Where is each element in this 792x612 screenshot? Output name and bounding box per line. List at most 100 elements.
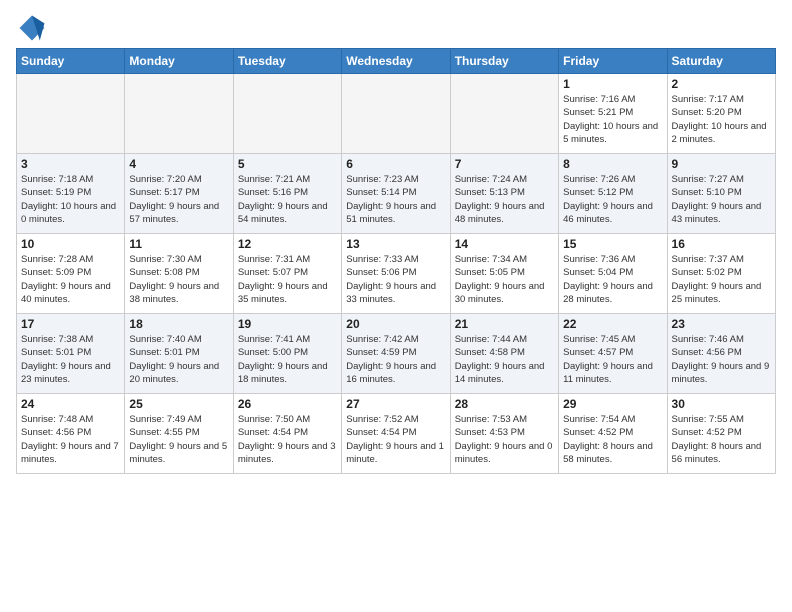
day-info: Sunrise: 7:55 AM Sunset: 4:52 PM Dayligh… (672, 413, 771, 466)
day-info: Sunrise: 7:44 AM Sunset: 4:58 PM Dayligh… (455, 333, 554, 386)
day-info: Sunrise: 7:33 AM Sunset: 5:06 PM Dayligh… (346, 253, 445, 306)
day-cell: 5 Sunrise: 7:21 AM Sunset: 5:16 PM Daylig… (233, 154, 341, 234)
day-cell: 17 Sunrise: 7:38 AM Sunset: 5:01 PM Dayli… (17, 314, 125, 394)
day-info: Sunrise: 7:20 AM Sunset: 5:17 PM Dayligh… (129, 173, 228, 226)
day-cell: 12 Sunrise: 7:31 AM Sunset: 5:07 PM Dayli… (233, 234, 341, 314)
day-cell: 24 Sunrise: 7:48 AM Sunset: 4:56 PM Dayli… (17, 394, 125, 474)
day-number: 8 (563, 157, 662, 171)
day-number: 13 (346, 237, 445, 251)
weekday-friday: Friday (559, 49, 667, 74)
day-cell: 29 Sunrise: 7:54 AM Sunset: 4:52 PM Dayli… (559, 394, 667, 474)
day-number: 3 (21, 157, 120, 171)
day-info: Sunrise: 7:28 AM Sunset: 5:09 PM Dayligh… (21, 253, 120, 306)
weekday-saturday: Saturday (667, 49, 775, 74)
day-number: 20 (346, 317, 445, 331)
day-info: Sunrise: 7:26 AM Sunset: 5:12 PM Dayligh… (563, 173, 662, 226)
day-number: 6 (346, 157, 445, 171)
day-cell: 21 Sunrise: 7:44 AM Sunset: 4:58 PM Dayli… (450, 314, 558, 394)
weekday-sunday: Sunday (17, 49, 125, 74)
day-info: Sunrise: 7:21 AM Sunset: 5:16 PM Dayligh… (238, 173, 337, 226)
day-info: Sunrise: 7:52 AM Sunset: 4:54 PM Dayligh… (346, 413, 445, 466)
logo-icon (18, 14, 46, 42)
page: SundayMondayTuesdayWednesdayThursdayFrid… (0, 0, 792, 484)
weekday-monday: Monday (125, 49, 233, 74)
day-cell (125, 74, 233, 154)
day-number: 23 (672, 317, 771, 331)
day-cell: 7 Sunrise: 7:24 AM Sunset: 5:13 PM Daylig… (450, 154, 558, 234)
day-number: 10 (21, 237, 120, 251)
day-info: Sunrise: 7:17 AM Sunset: 5:20 PM Dayligh… (672, 93, 771, 146)
day-number: 2 (672, 77, 771, 91)
day-number: 22 (563, 317, 662, 331)
header-top (16, 10, 776, 42)
day-cell: 27Sunrise: 7:52 AM Sunset: 4:54 PM Dayli… (342, 394, 450, 474)
day-number: 24 (21, 397, 120, 411)
day-info: Sunrise: 7:24 AM Sunset: 5:13 PM Dayligh… (455, 173, 554, 226)
day-cell: 10 Sunrise: 7:28 AM Sunset: 5:09 PM Dayli… (17, 234, 125, 314)
day-cell (17, 74, 125, 154)
day-number: 9 (672, 157, 771, 171)
week-row-3: 17 Sunrise: 7:38 AM Sunset: 5:01 PM Dayli… (17, 314, 776, 394)
day-number: 30 (672, 397, 771, 411)
day-info: Sunrise: 7:42 AM Sunset: 4:59 PM Dayligh… (346, 333, 445, 386)
day-info: Sunrise: 7:31 AM Sunset: 5:07 PM Dayligh… (238, 253, 337, 306)
day-number: 5 (238, 157, 337, 171)
day-cell: 19 Sunrise: 7:41 AM Sunset: 5:00 PM Dayli… (233, 314, 341, 394)
week-row-0: 1 Sunrise: 7:16 AM Sunset: 5:21 PM Daylig… (17, 74, 776, 154)
logo (16, 14, 46, 42)
day-info: Sunrise: 7:16 AM Sunset: 5:21 PM Dayligh… (563, 93, 662, 146)
day-number: 15 (563, 237, 662, 251)
day-number: 29 (563, 397, 662, 411)
day-cell (342, 74, 450, 154)
calendar-table: SundayMondayTuesdayWednesdayThursdayFrid… (16, 48, 776, 474)
day-number: 14 (455, 237, 554, 251)
day-cell: 11 Sunrise: 7:30 AM Sunset: 5:08 PM Dayli… (125, 234, 233, 314)
day-info: Sunrise: 7:48 AM Sunset: 4:56 PM Dayligh… (21, 413, 120, 466)
day-number: 18 (129, 317, 228, 331)
day-info: Sunrise: 7:27 AM Sunset: 5:10 PM Dayligh… (672, 173, 771, 226)
day-number: 26 (238, 397, 337, 411)
day-info: Sunrise: 7:53 AM Sunset: 4:53 PM Dayligh… (455, 413, 554, 466)
day-info: Sunrise: 7:23 AM Sunset: 5:14 PM Dayligh… (346, 173, 445, 226)
day-number: 11 (129, 237, 228, 251)
day-info: Sunrise: 7:41 AM Sunset: 5:00 PM Dayligh… (238, 333, 337, 386)
day-cell: 23 Sunrise: 7:46 AM Sunset: 4:56 PM Dayli… (667, 314, 775, 394)
day-info: Sunrise: 7:46 AM Sunset: 4:56 PM Dayligh… (672, 333, 771, 386)
day-cell: 30 Sunrise: 7:55 AM Sunset: 4:52 PM Dayli… (667, 394, 775, 474)
day-info: Sunrise: 7:37 AM Sunset: 5:02 PM Dayligh… (672, 253, 771, 306)
day-cell: 2 Sunrise: 7:17 AM Sunset: 5:20 PM Daylig… (667, 74, 775, 154)
day-cell: 25Sunrise: 7:49 AM Sunset: 4:55 PM Dayli… (125, 394, 233, 474)
day-cell: 13 Sunrise: 7:33 AM Sunset: 5:06 PM Dayli… (342, 234, 450, 314)
weekday-thursday: Thursday (450, 49, 558, 74)
day-cell: 22Sunrise: 7:45 AM Sunset: 4:57 PM Dayli… (559, 314, 667, 394)
day-number: 17 (21, 317, 120, 331)
day-number: 25 (129, 397, 228, 411)
day-number: 7 (455, 157, 554, 171)
day-number: 19 (238, 317, 337, 331)
day-number: 4 (129, 157, 228, 171)
day-info: Sunrise: 7:18 AM Sunset: 5:19 PM Dayligh… (21, 173, 120, 226)
day-info: Sunrise: 7:40 AM Sunset: 5:01 PM Dayligh… (129, 333, 228, 386)
weekday-header-row: SundayMondayTuesdayWednesdayThursdayFrid… (17, 49, 776, 74)
day-cell: 14 Sunrise: 7:34 AM Sunset: 5:05 PM Dayli… (450, 234, 558, 314)
day-info: Sunrise: 7:50 AM Sunset: 4:54 PM Dayligh… (238, 413, 337, 466)
day-cell: 15 Sunrise: 7:36 AM Sunset: 5:04 PM Dayli… (559, 234, 667, 314)
week-row-2: 10 Sunrise: 7:28 AM Sunset: 5:09 PM Dayli… (17, 234, 776, 314)
week-row-4: 24 Sunrise: 7:48 AM Sunset: 4:56 PM Dayli… (17, 394, 776, 474)
day-info: Sunrise: 7:54 AM Sunset: 4:52 PM Dayligh… (563, 413, 662, 466)
day-number: 21 (455, 317, 554, 331)
day-number: 1 (563, 77, 662, 91)
day-info: Sunrise: 7:30 AM Sunset: 5:08 PM Dayligh… (129, 253, 228, 306)
day-cell: 9 Sunrise: 7:27 AM Sunset: 5:10 PM Daylig… (667, 154, 775, 234)
day-cell: 4 Sunrise: 7:20 AM Sunset: 5:17 PM Daylig… (125, 154, 233, 234)
day-info: Sunrise: 7:36 AM Sunset: 5:04 PM Dayligh… (563, 253, 662, 306)
day-cell: 20 Sunrise: 7:42 AM Sunset: 4:59 PM Dayli… (342, 314, 450, 394)
day-info: Sunrise: 7:38 AM Sunset: 5:01 PM Dayligh… (21, 333, 120, 386)
day-cell: 6 Sunrise: 7:23 AM Sunset: 5:14 PM Daylig… (342, 154, 450, 234)
day-cell (450, 74, 558, 154)
day-info: Sunrise: 7:34 AM Sunset: 5:05 PM Dayligh… (455, 253, 554, 306)
weekday-wednesday: Wednesday (342, 49, 450, 74)
day-cell: 16Sunrise: 7:37 AM Sunset: 5:02 PM Dayli… (667, 234, 775, 314)
day-number: 12 (238, 237, 337, 251)
day-cell (233, 74, 341, 154)
